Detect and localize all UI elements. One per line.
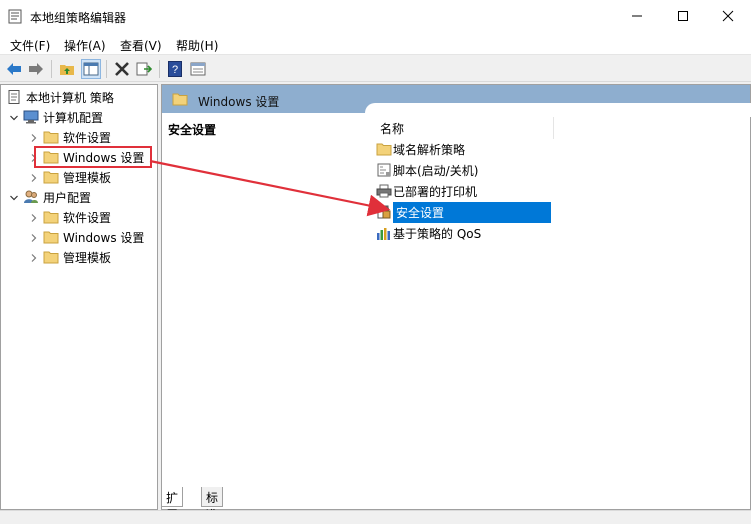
folder-icon: [43, 250, 59, 264]
back-button[interactable]: [4, 59, 24, 79]
up-level-button[interactable]: [57, 59, 77, 79]
chevron-right-icon[interactable]: [29, 213, 39, 223]
tree-label: 管理模板: [63, 250, 112, 265]
minimize-button[interactable]: [614, 0, 660, 32]
export-icon: [136, 62, 152, 76]
console-tree-icon: [83, 62, 99, 76]
menu-file[interactable]: 文件(F): [10, 37, 50, 54]
folder-icon: [376, 142, 392, 156]
list-item-deployed-printers[interactable]: 已部署的打印机: [376, 181, 553, 201]
list-item-security-settings[interactable]: 安全设置: [376, 201, 553, 223]
column-header-name[interactable]: 名称: [372, 117, 554, 139]
forward-button[interactable]: [26, 59, 46, 79]
list-item-label: 安全设置: [393, 201, 551, 223]
list-item-label: 已部署的打印机: [393, 184, 478, 199]
title-bar: 本地组策略编辑器: [0, 0, 751, 33]
window-title: 本地组策略编辑器: [30, 11, 127, 25]
close-icon: [722, 10, 734, 22]
maximize-button[interactable]: [660, 0, 706, 32]
status-bar: [0, 510, 751, 524]
tree-node-user-admin-templates[interactable]: 管理模板: [43, 248, 111, 266]
console-tree: 本地计算机 策略 计算机配置 软件设置 Windows 设置 管理模板 用户配置…: [0, 84, 158, 510]
folder-icon: [43, 230, 59, 244]
tree-label: 本地计算机 策略: [26, 90, 114, 105]
folder-icon: [43, 170, 59, 184]
chevron-down-icon[interactable]: [9, 113, 19, 123]
menu-view[interactable]: 查看(V): [120, 37, 162, 54]
menu-action[interactable]: 操作(A): [64, 37, 106, 54]
list-item-label: 基于策略的 QoS: [393, 226, 482, 241]
chevron-right-icon[interactable]: [29, 133, 39, 143]
folder-up-icon: [60, 65, 74, 75]
delete-x-icon: [115, 62, 129, 76]
help-button[interactable]: ?: [165, 59, 185, 79]
tree-label: 用户配置: [43, 190, 92, 205]
tree-label: 软件设置: [63, 210, 112, 225]
list-item-scripts[interactable]: 脚本(启动/关机): [376, 160, 553, 180]
list-item-label: 域名解析策略: [393, 142, 466, 157]
details-header-title: Windows 设置: [198, 95, 280, 109]
folder-icon: [172, 93, 188, 106]
tree-label: Windows 设置: [63, 230, 145, 245]
minimize-icon: [632, 15, 642, 17]
tree-node-local-policy[interactable]: 本地计算机 策略: [6, 88, 114, 106]
help-icon: ?: [168, 61, 182, 77]
tree-node-computer-config[interactable]: 计算机配置: [23, 108, 103, 126]
policy-editor-icon: [8, 9, 22, 24]
tree-node-user-software-settings[interactable]: 软件设置: [43, 208, 111, 226]
tree-node-user-config[interactable]: 用户配置: [23, 188, 91, 206]
tab-extended[interactable]: 扩展: [161, 487, 184, 522]
printer-icon: [376, 184, 392, 198]
details-pane: Windows 设置 安全设置 名称 域名解析策略 脚本(启动/关机) 已部署的…: [161, 84, 751, 510]
properties-button[interactable]: [188, 59, 208, 79]
toolbar-separator: [51, 60, 52, 78]
toolbar-separator: [106, 60, 107, 78]
users-icon: [23, 190, 39, 204]
svg-text:?: ?: [172, 64, 178, 76]
properties-icon: [190, 62, 206, 76]
list-item-dns-policy[interactable]: 域名解析策略: [376, 139, 553, 159]
qos-chart-icon: [376, 226, 392, 240]
list-item-label: 脚本(启动/关机): [393, 163, 479, 178]
folder-icon: [43, 130, 59, 144]
menu-help[interactable]: 帮助(H): [176, 37, 218, 54]
forward-arrow-icon: [29, 63, 43, 75]
chevron-right-icon[interactable]: [29, 253, 39, 263]
list-item-qos-policy[interactable]: 基于策略的 QoS: [376, 223, 553, 243]
menu-bar: 文件(F) 操作(A) 查看(V) 帮助(H): [0, 33, 751, 55]
show-tree-button[interactable]: [81, 59, 101, 79]
chevron-right-icon[interactable]: [29, 173, 39, 183]
chevron-right-icon[interactable]: [29, 233, 39, 243]
tree-node-admin-templates[interactable]: 管理模板: [43, 168, 111, 186]
description-title: 安全设置: [168, 123, 217, 137]
tree-label: 软件设置: [63, 130, 112, 145]
policy-document-icon: [6, 90, 22, 104]
export-list-button[interactable]: [134, 59, 154, 79]
list-view-panel-top: [365, 103, 751, 117]
script-icon: [376, 163, 392, 177]
tree-label: 管理模板: [63, 170, 112, 185]
chevron-down-icon[interactable]: [9, 193, 19, 203]
maximize-icon: [678, 11, 688, 21]
toolbar-separator: [159, 60, 160, 78]
tab-standard[interactable]: 标准: [201, 487, 224, 522]
tree-label: 计算机配置: [43, 110, 104, 125]
close-button[interactable]: [705, 0, 751, 32]
computer-icon: [23, 110, 39, 124]
folder-icon: [43, 210, 59, 224]
delete-button[interactable]: [112, 59, 132, 79]
column-header-label: 名称: [380, 122, 405, 136]
tree-node-software-settings[interactable]: 软件设置: [43, 128, 111, 146]
back-arrow-icon: [7, 63, 21, 75]
tree-node-user-windows-settings[interactable]: Windows 设置: [43, 228, 144, 246]
security-icon: [376, 205, 392, 219]
highlight-box: [34, 146, 152, 168]
toolbar: ?: [0, 56, 751, 82]
